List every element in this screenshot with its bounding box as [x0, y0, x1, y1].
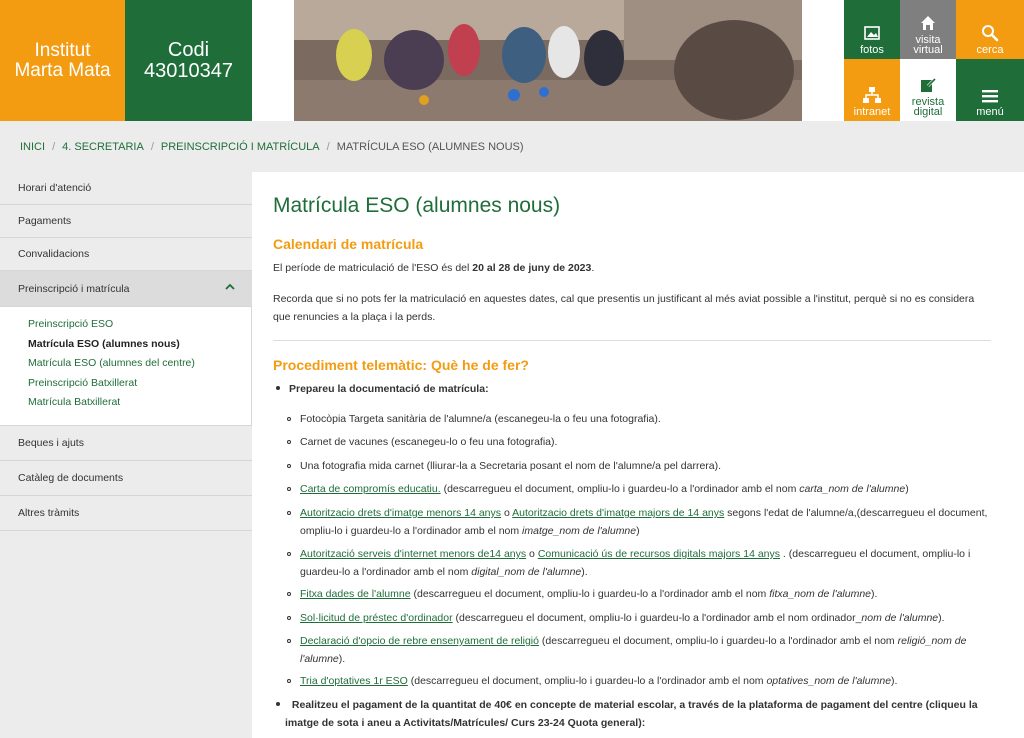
- doc-item: Una fotografia mida carnet (lliurar-la a…: [287, 457, 992, 475]
- link-recursos-digitals[interactable]: Comunicació ús de recursos digitals majo…: [538, 548, 780, 560]
- divider: [273, 340, 991, 341]
- doc-item: Autorització serveis d'internet menors d…: [287, 545, 992, 581]
- tile-intranet-label: intranet: [853, 106, 891, 118]
- link-drets-imatge-menors[interactable]: Autoritzacio drets d'imatge menors 14 an…: [300, 507, 501, 519]
- edit-icon: [921, 77, 937, 92]
- subitem-matricula-eso-nous[interactable]: Matrícula ESO (alumnes nous): [28, 335, 251, 355]
- link-carta-compromis[interactable]: Carta de compromís educatiu.: [300, 483, 441, 495]
- breadcrumb-secretaria[interactable]: 4. Secretaria: [62, 141, 144, 153]
- tile-visita-virtual[interactable]: visita virtual: [900, 0, 956, 59]
- sidebar-item-preinscripcio-label: Preinscripció i matrícula: [18, 282, 130, 295]
- school-code-label: Codi: [167, 38, 210, 61]
- sidebar-item-beques[interactable]: Beques i ajuts: [0, 426, 252, 461]
- sidebar-item-altres[interactable]: Altres tràmits: [0, 496, 252, 531]
- doc-item: Carta de compromís educatiu. (descarregu…: [287, 480, 992, 498]
- subitem-preinscripcio-batxillerat[interactable]: Preinscripció Batxillerat: [28, 374, 251, 394]
- sidebar-nav: Horari d'atenció Pagaments Convalidacion…: [0, 172, 252, 738]
- breadcrumb-current: Matrícula ESO (alumnes nous): [336, 140, 524, 153]
- link-declaracio-religio[interactable]: Declaració d'opcio de rebre ensenyament …: [300, 635, 539, 647]
- sidebar-item-convalidacions[interactable]: Convalidacions: [0, 238, 252, 271]
- quick-links: fotos visita virtual cerca intranet revi…: [844, 0, 1024, 121]
- tile-menu-label: menú: [976, 106, 1004, 118]
- school-code: Codi 43010347: [125, 0, 252, 121]
- doc-item: Sol·licitud de préstec d'ordinador (desc…: [287, 609, 992, 627]
- sidebar-item-cataleg[interactable]: Catàleg de documents: [0, 461, 252, 496]
- hamburger-icon: [982, 90, 998, 103]
- tile-intranet[interactable]: intranet: [844, 59, 900, 121]
- subitem-matricula-eso-centre[interactable]: Matrícula ESO (alumnes del centre): [28, 354, 251, 374]
- house-icon: [921, 16, 935, 30]
- period-dates: 20 al 28 de juny de 2023: [472, 262, 592, 274]
- photo-icon: [864, 26, 880, 40]
- header-photo: [294, 0, 802, 121]
- period-text: El període de matriculació de l'ESO és d…: [273, 262, 595, 274]
- sidebar-submenu: Preinscripció ESO Matrícula ESO (alumnes…: [0, 307, 252, 426]
- breadcrumb-separator: /: [326, 140, 330, 153]
- doc-item: Fitxa dades de l'alumne (descarregueu el…: [287, 585, 992, 603]
- students-dancing-photo: [294, 0, 802, 121]
- tile-visita-label-2: virtual: [913, 44, 943, 56]
- tile-revista-digital[interactable]: revista digital: [900, 59, 956, 121]
- link-serveis-internet[interactable]: Autorització serveis d'internet menors d…: [300, 548, 526, 560]
- link-drets-imatge-majors[interactable]: Autoritzacio drets d'imatge majors de 14…: [512, 507, 724, 519]
- tile-cerca-label: cerca: [976, 44, 1004, 56]
- subitem-preinscripcio-eso[interactable]: Preinscripció ESO: [28, 315, 251, 335]
- doc-item: Declaració d'opcio de rebre ensenyament …: [287, 632, 992, 668]
- link-prestec-ordinador[interactable]: Sol·licitud de préstec d'ordinador: [300, 612, 453, 624]
- breadcrumb-inici[interactable]: Inici: [20, 141, 45, 153]
- doc-item: Autoritzacio drets d'imatge menors 14 an…: [287, 504, 992, 540]
- procedure-heading: Procediment telemàtic: Què he de fer?: [273, 357, 529, 373]
- tile-fotos[interactable]: fotos: [844, 0, 900, 59]
- network-icon: [863, 87, 881, 103]
- breadcrumb-preinscripcio[interactable]: Preinscripció i matrícula: [161, 141, 320, 153]
- sidebar-item-pagaments[interactable]: Pagaments: [0, 205, 252, 238]
- tile-revista-label-2: digital: [913, 106, 943, 118]
- search-icon: [982, 25, 999, 42]
- breadcrumb-separator: /: [52, 140, 56, 153]
- prepare-label: Prepareu la documentació de matrícula:: [273, 380, 489, 398]
- subitem-matricula-batxillerat[interactable]: Matrícula Batxillerat: [28, 393, 251, 413]
- tile-fotos-label: fotos: [860, 44, 884, 56]
- breadcrumb: Inici / 4. Secretaria / Preinscripció i …: [0, 121, 1024, 172]
- school-logo[interactable]: Institut Marta Mata: [0, 0, 125, 121]
- site-header: Institut Marta Mata Codi 43010347 fotos: [0, 0, 1024, 121]
- breadcrumb-separator: /: [150, 140, 154, 153]
- reminder-text: Recorda que si no pots fer la matriculac…: [273, 293, 975, 323]
- calendar-heading: Calendari de matrícula: [273, 236, 424, 252]
- school-name-line2: Marta Mata: [14, 59, 111, 81]
- tile-menu[interactable]: menú: [956, 59, 1024, 121]
- page-title: Matrícula ESO (alumnes nous): [273, 194, 561, 217]
- doc-item: Fotocòpia Targeta sanitària de l'alumne/…: [287, 410, 992, 428]
- link-fitxa-dades[interactable]: Fitxa dades de l'alumne: [300, 588, 411, 600]
- sidebar-item-preinscripcio[interactable]: Preinscripció i matrícula: [0, 271, 252, 307]
- doc-item: Tria d'optatives 1r ESO (descarregueu el…: [287, 672, 992, 690]
- payment-text: Realitzeu el pagament de la quantitat de…: [273, 696, 991, 732]
- chevron-up-icon[interactable]: [224, 281, 236, 293]
- school-code-value: 43010347: [144, 59, 233, 82]
- link-tria-optatives[interactable]: Tria d'optatives 1r ESO: [300, 675, 408, 687]
- school-name-line1: Institut: [34, 39, 91, 61]
- tile-cerca[interactable]: cerca: [956, 0, 1024, 59]
- doc-item: Carnet de vacunes (escanegeu-lo o feu un…: [287, 433, 992, 451]
- sidebar-item-horari[interactable]: Horari d'atenció: [0, 172, 252, 205]
